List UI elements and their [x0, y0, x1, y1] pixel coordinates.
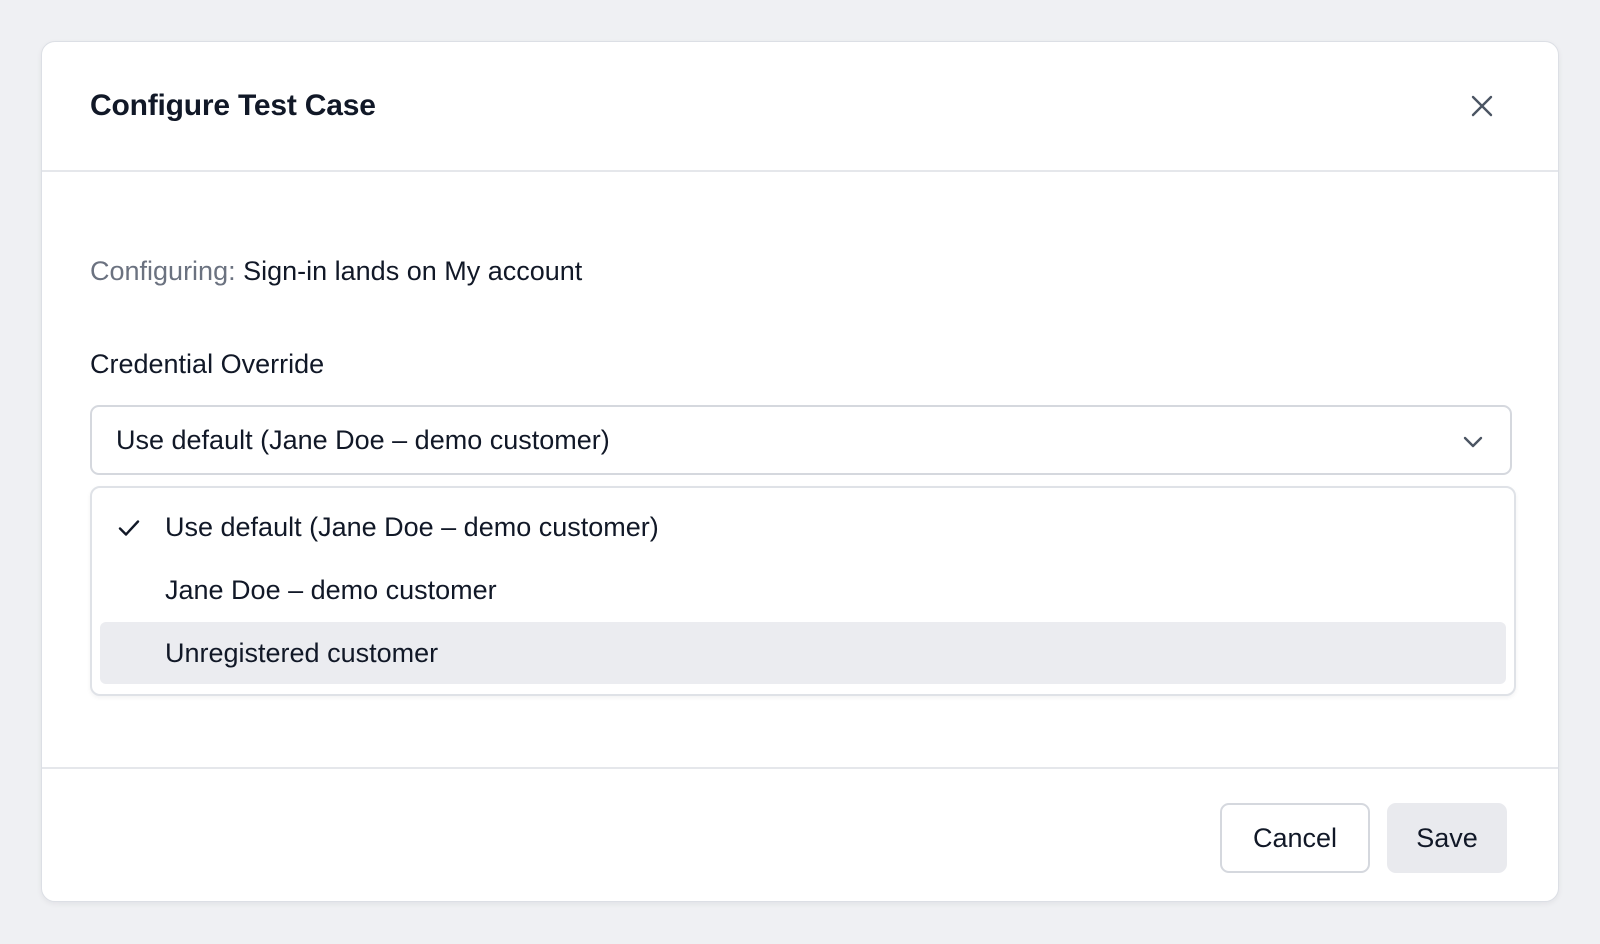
test-case-name: Sign-in lands on My account — [243, 256, 583, 286]
dialog-footer: Cancel Save — [42, 767, 1558, 901]
option-label: Use default (Jane Doe – demo customer) — [165, 512, 659, 542]
option-use-default[interactable]: Use default (Jane Doe – demo customer) — [100, 496, 1506, 558]
configuring-summary: Configuring: Sign-in lands on My account — [90, 256, 582, 287]
select-value: Use default (Jane Doe – demo customer) — [116, 425, 610, 455]
credential-options-menu: Use default (Jane Doe – demo customer) J… — [90, 486, 1516, 696]
configuring-prefix: Configuring: — [90, 256, 236, 286]
save-button[interactable]: Save — [1387, 803, 1507, 873]
chevron-down-icon — [1463, 436, 1483, 448]
credential-override-select[interactable]: Use default (Jane Doe – demo customer) — [90, 405, 1512, 475]
close-button[interactable] — [1462, 86, 1502, 126]
dialog-header: Configure Test Case — [42, 42, 1558, 172]
cancel-button[interactable]: Cancel — [1220, 803, 1370, 873]
option-unregistered-customer[interactable]: Unregistered customer — [100, 622, 1506, 684]
configure-test-case-dialog: Configure Test Case Configuring: Sign-in… — [41, 41, 1559, 902]
credential-override-label: Credential Override — [90, 349, 325, 379]
option-jane-doe[interactable]: Jane Doe – demo customer — [100, 559, 1506, 621]
option-label: Unregistered customer — [165, 638, 439, 668]
dialog-title: Configure Test Case — [90, 89, 376, 122]
close-icon — [1471, 95, 1493, 117]
check-icon — [118, 520, 140, 536]
option-label: Jane Doe – demo customer — [165, 575, 497, 605]
